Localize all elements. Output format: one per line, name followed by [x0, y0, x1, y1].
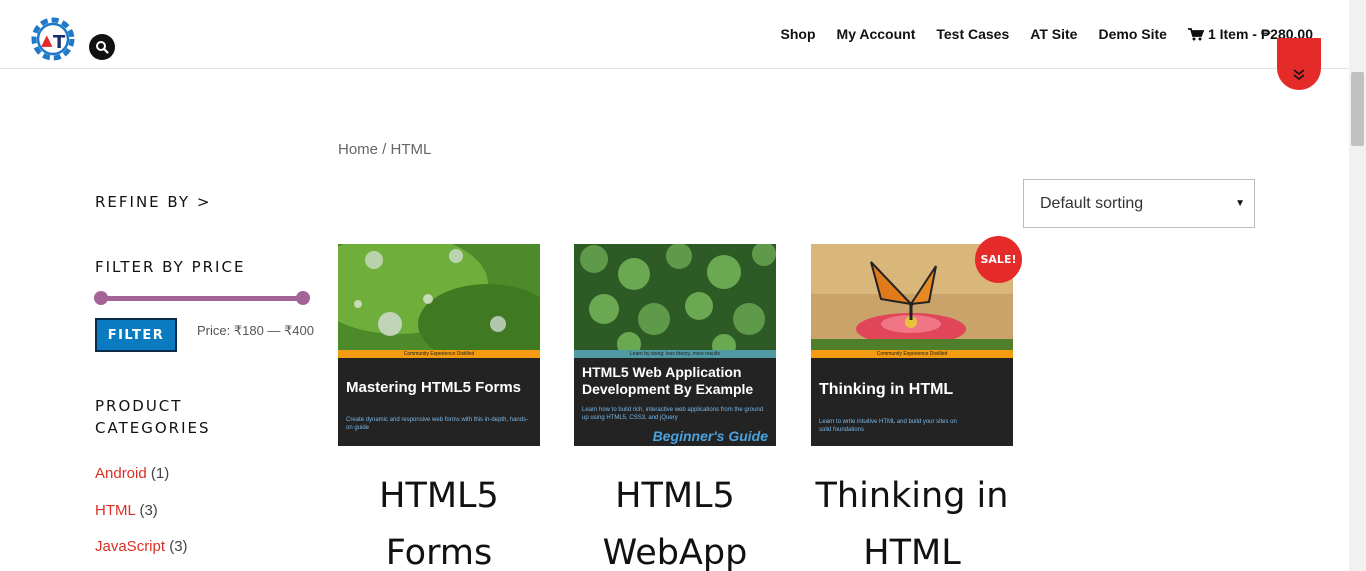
breadcrumb-current: HTML	[390, 141, 432, 158]
search-button[interactable]	[89, 34, 115, 60]
product-title-line2: WebApp	[602, 533, 748, 571]
product-card: Learn by doing: less theory, more result…	[574, 244, 776, 571]
category-item-html: HTML (3)	[95, 502, 158, 519]
product-title[interactable]: HTML5 WebApp	[574, 468, 776, 571]
sorting-select[interactable]: Default sorting ▼	[1023, 179, 1255, 228]
cover-tagline: Community Experience Distilled	[403, 351, 475, 357]
cover-tagline: Learn by doing: less theory, more result…	[630, 351, 720, 357]
filter-by-price-title: FILTER BY PRICE	[95, 258, 246, 276]
price-slider-min-handle[interactable]	[94, 291, 108, 305]
category-item-android: Android (1)	[95, 465, 169, 482]
cover-title: Mastering HTML5 Forms	[346, 379, 522, 396]
product-title-line1: HTML5	[379, 476, 499, 516]
cover-tagline: Community Experience Distilled	[876, 351, 948, 357]
category-link-html[interactable]: HTML	[95, 502, 135, 519]
nav-shop[interactable]: Shop	[781, 26, 816, 42]
price-range-label: Price: ₹180 — ₹400	[197, 323, 314, 338]
product-card: Community Experience Distilled Mastering…	[338, 244, 540, 571]
cover-title: HTML5 Web Application Development By Exa…	[582, 364, 754, 397]
search-icon	[96, 41, 109, 54]
scrollbar-thumb[interactable]	[1351, 72, 1364, 146]
nav-demo-site[interactable]: Demo Site	[1098, 26, 1166, 42]
category-link-javascript[interactable]: JavaScript	[95, 538, 165, 555]
cover-description: Learn how to build rich, interactive web…	[582, 407, 764, 421]
cover-description: Learn to write intuitive HTML and build …	[819, 419, 957, 433]
product-title-line2: Forms	[385, 533, 493, 571]
breadcrumb: Home / HTML	[338, 141, 431, 158]
water-drops-photo	[338, 244, 540, 350]
product-categories-title: PRODUCT CATEGORIES	[95, 395, 211, 439]
product-card: Community Experience Distilled Thinking …	[811, 244, 1013, 571]
filter-button[interactable]: FILTER	[95, 318, 177, 352]
breadcrumb-home[interactable]: Home	[338, 141, 378, 158]
dropdown-arrow-icon: ▼	[1235, 198, 1245, 209]
site-header: ▲ T Shop My Account Test Cases AT Site D…	[0, 0, 1349, 69]
price-slider-track[interactable]	[101, 296, 303, 301]
refine-by-title[interactable]: REFINE BY >	[95, 191, 211, 213]
category-count: (3)	[139, 502, 158, 519]
breadcrumb-separator: /	[378, 141, 391, 158]
page-scrollbar[interactable]	[1349, 0, 1366, 571]
product-title[interactable]: HTML5 Forms	[338, 468, 540, 571]
main-nav: Shop My Account Test Cases AT Site Demo …	[781, 26, 1313, 42]
scroll-down-button[interactable]	[1277, 38, 1321, 90]
logo-letter-a: ▲	[41, 31, 53, 49]
cover-guide-label: Beginner's Guide	[652, 428, 768, 444]
cover-panel	[338, 358, 540, 446]
cover-description: Create dynamic and responsive web forms …	[346, 417, 529, 431]
leaves-photo	[574, 244, 776, 350]
category-link-android[interactable]: Android	[95, 465, 147, 482]
product-image[interactable]: Learn by doing: less theory, more result…	[574, 244, 776, 446]
category-item-javascript: JavaScript (3)	[95, 538, 188, 555]
product-title-line1: HTML5	[615, 476, 735, 516]
category-count: (3)	[169, 538, 188, 555]
product-image[interactable]: Community Experience Distilled Mastering…	[338, 244, 540, 446]
product-categories-title-line1: PRODUCT	[95, 397, 183, 415]
sale-badge: SALE!	[975, 236, 1022, 283]
gear-logo-icon: ▲ T	[31, 17, 75, 61]
site-logo[interactable]: ▲ T	[28, 14, 80, 66]
nav-at-site[interactable]: AT Site	[1030, 26, 1077, 42]
product-title[interactable]: Thinking in HTML	[811, 468, 1013, 571]
cart-icon	[1187, 27, 1204, 40]
double-chevron-down-icon	[1293, 69, 1305, 81]
product-categories-title-line2: CATEGORIES	[95, 419, 211, 437]
cover-title: Thinking in HTML	[819, 381, 954, 398]
logo-letter-t: T	[53, 32, 66, 53]
nav-test-cases[interactable]: Test Cases	[936, 26, 1009, 42]
product-title-line2: HTML	[863, 533, 961, 571]
price-slider-max-handle[interactable]	[296, 291, 310, 305]
nav-my-account[interactable]: My Account	[837, 26, 916, 42]
category-count: (1)	[150, 465, 170, 482]
sorting-selected: Default sorting	[1040, 194, 1144, 212]
product-title-line1: Thinking in	[815, 476, 1009, 516]
